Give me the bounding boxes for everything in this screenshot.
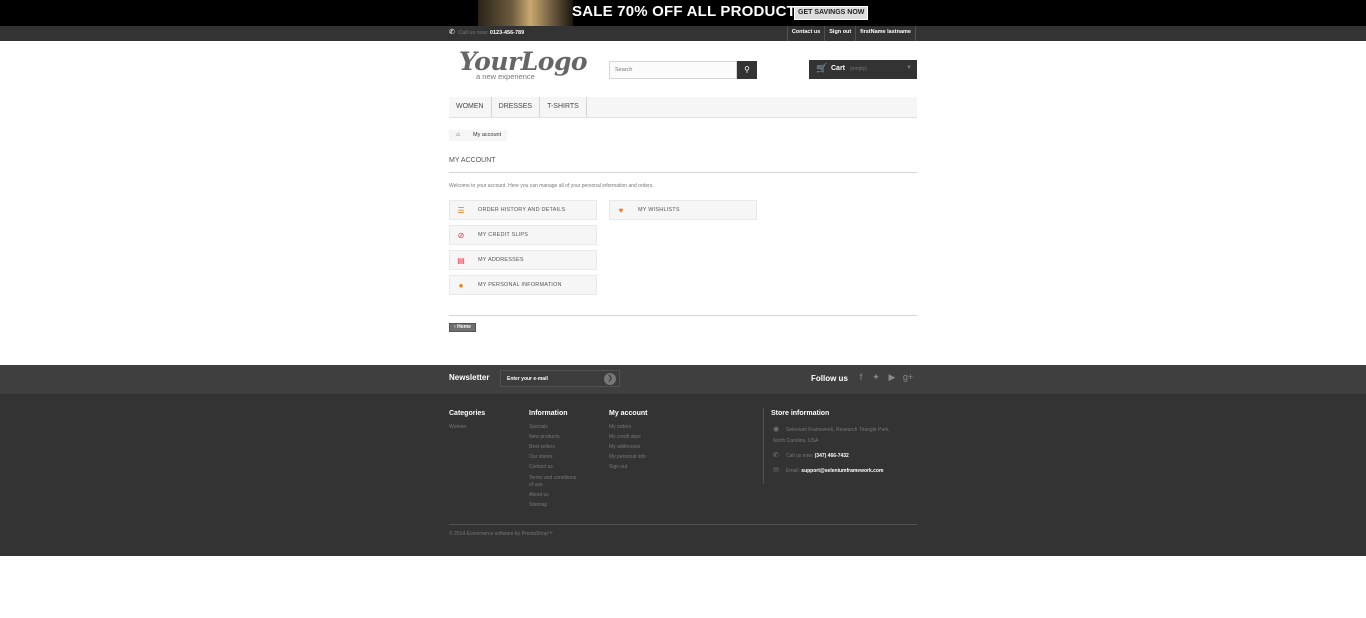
chevron-left-icon: ‹: [454, 324, 456, 330]
store-call-label: Call us now:: [786, 453, 814, 459]
credit-slips-button[interactable]: ⊘ MY CREDIT SLIPS: [449, 225, 597, 245]
page-title: MY ACCOUNT: [449, 157, 917, 173]
menu-item-dresses[interactable]: DRESSES: [492, 97, 541, 117]
footer-divider: [449, 524, 917, 525]
store-phone: Call us now: (347) 466-7432: [786, 451, 849, 462]
wishlists-label: MY WISHLISTS: [638, 207, 680, 213]
footer-link-sign-out[interactable]: Sign out: [609, 464, 627, 471]
cart-button[interactable]: 🛒 Cart (empty) ▼: [809, 60, 917, 79]
footer-link-about-us[interactable]: About us: [529, 492, 549, 499]
search-icon: ⚲: [744, 65, 750, 74]
phone-label: Call us now:: [458, 30, 489, 36]
store-info-divider: [763, 408, 764, 484]
footer-link-our-stores[interactable]: Our stores: [529, 454, 552, 461]
store-address-line1: Selenium Framework, Research Triangle Pa…: [786, 427, 890, 433]
cart-label: Cart: [831, 65, 846, 72]
facebook-icon[interactable]: f: [855, 372, 867, 382]
heart-icon: ♥: [618, 206, 624, 215]
footer-store-title: Store information: [771, 410, 830, 417]
order-history-label: ORDER HISTORY AND DETAILS: [478, 207, 566, 213]
newsletter-placeholder: Enter your e-mail: [507, 376, 548, 382]
footer-link-terms-cont[interactable]: of use: [529, 482, 543, 489]
footer: [0, 394, 1366, 556]
breadcrumb-current: My account: [473, 132, 502, 138]
home-button-label: Home: [457, 324, 471, 330]
main-menu: WOMEN DRESSES T-SHIRTS: [449, 97, 917, 118]
search-button[interactable]: ⚲: [737, 61, 757, 79]
promo-banner[interactable]: SALE 70% OFF ALL PRODUCTS GET SAVINGS NO…: [0, 0, 1366, 26]
store-email-label: Email:: [786, 468, 800, 474]
sign-out-link[interactable]: Sign out: [824, 26, 855, 41]
google-plus-icon[interactable]: g+: [902, 372, 914, 382]
building-icon: ▤: [457, 256, 465, 265]
footer-link-specials[interactable]: Specials: [529, 424, 548, 431]
phone-icon: ✆: [773, 452, 779, 459]
footer-information-title: Information: [529, 410, 568, 417]
banner-model-image: [478, 0, 573, 26]
site-logo[interactable]: YourLogo a new experience: [457, 48, 588, 84]
user-icon: ●: [458, 281, 464, 290]
store-address-line2: North Carolina, USA: [773, 438, 819, 444]
newsletter-label: Newsletter: [449, 373, 490, 382]
personal-info-button[interactable]: ● MY PERSONAL INFORMATION: [449, 275, 597, 295]
footer-link-contact-us[interactable]: Contact us: [529, 464, 553, 471]
twitter-icon[interactable]: ✦: [870, 372, 882, 383]
phone-number: 0123-456-789: [489, 30, 525, 36]
addresses-label: MY ADDRESSES: [478, 257, 524, 263]
youtube-icon[interactable]: ▶: [886, 372, 898, 383]
banner-text: SALE 70% OFF ALL PRODUCTS: [572, 3, 807, 20]
footer-link-my-personal-info[interactable]: My personal info: [609, 454, 646, 461]
map-marker-icon: ◉: [773, 426, 780, 433]
store-email: Email: support@seleniumframework.com: [786, 466, 883, 477]
chevron-down-icon: ▼: [906, 65, 912, 71]
personal-info-label: MY PERSONAL INFORMATION: [478, 282, 562, 288]
top-nav-bar: ✆ Call us now: 0123-456-789 Contact us S…: [0, 26, 1366, 41]
footer-categories-title: Categories: [449, 410, 486, 417]
menu-item-tshirts[interactable]: T-SHIRTS: [540, 97, 587, 117]
welcome-text: Welcome to your account. Here you can ma…: [449, 183, 654, 189]
home-icon[interactable]: ⌂: [449, 130, 467, 141]
nav-links: Contact us Sign out firstName lastname: [786, 26, 916, 41]
footer-link-my-credit-slips[interactable]: My credit slips: [609, 434, 641, 441]
footer-link-sitemap[interactable]: Sitemap: [529, 502, 547, 509]
breadcrumb: ⌂ My account: [449, 130, 508, 141]
home-button[interactable]: ‹ Home: [449, 323, 476, 332]
order-history-button[interactable]: ☰ ORDER HISTORY AND DETAILS: [449, 200, 597, 220]
account-name-link[interactable]: firstName lastname: [855, 26, 916, 41]
list-icon: ☰: [457, 206, 465, 215]
logo-tagline: a new experience: [476, 72, 535, 81]
footer-link-my-addresses[interactable]: My addresses: [609, 444, 640, 451]
footer-my-account-title: My account: [609, 410, 648, 417]
get-savings-button[interactable]: GET SAVINGS NOW: [794, 6, 869, 20]
newsletter-submit-button[interactable]: ❯: [604, 373, 616, 385]
newsletter-email-input[interactable]: Enter your e-mail ❯: [500, 370, 620, 387]
footer-link-new-products[interactable]: New products: [529, 434, 560, 441]
copyright: © 2014 Ecommerce software by PrestaShop™: [449, 531, 553, 537]
addresses-button[interactable]: ▤ MY ADDRESSES: [449, 250, 597, 270]
footer-link-women[interactable]: Women: [449, 424, 466, 431]
newsletter-bar: [0, 365, 1366, 394]
nav-phone: ✆ Call us now: 0123-456-789: [449, 28, 524, 38]
store-phone-number: (347) 466-7432: [814, 453, 849, 459]
credit-slips-label: MY CREDIT SLIPS: [478, 232, 529, 238]
cart-icon: 🛒: [816, 63, 828, 73]
footer-link-terms[interactable]: Terms and conditions: [529, 475, 576, 482]
ban-icon: ⊘: [457, 231, 465, 240]
footer-link-my-orders[interactable]: My orders: [609, 424, 631, 431]
search-input[interactable]: [609, 61, 737, 79]
phone-icon: ✆: [449, 29, 455, 36]
cart-status: (empty): [850, 66, 867, 72]
store-email-address[interactable]: support@seleniumframework.com: [801, 468, 883, 474]
envelope-icon: ✉: [773, 467, 779, 474]
follow-us-label: Follow us: [811, 374, 848, 383]
wishlists-button[interactable]: ♥ MY WISHLISTS: [609, 200, 757, 220]
footer-link-best-sellers[interactable]: Best sellers: [529, 444, 555, 451]
search-bar: ⚲: [609, 61, 757, 79]
menu-item-women[interactable]: WOMEN: [449, 97, 492, 117]
content-divider: [449, 315, 917, 316]
contact-us-link[interactable]: Contact us: [786, 26, 824, 41]
